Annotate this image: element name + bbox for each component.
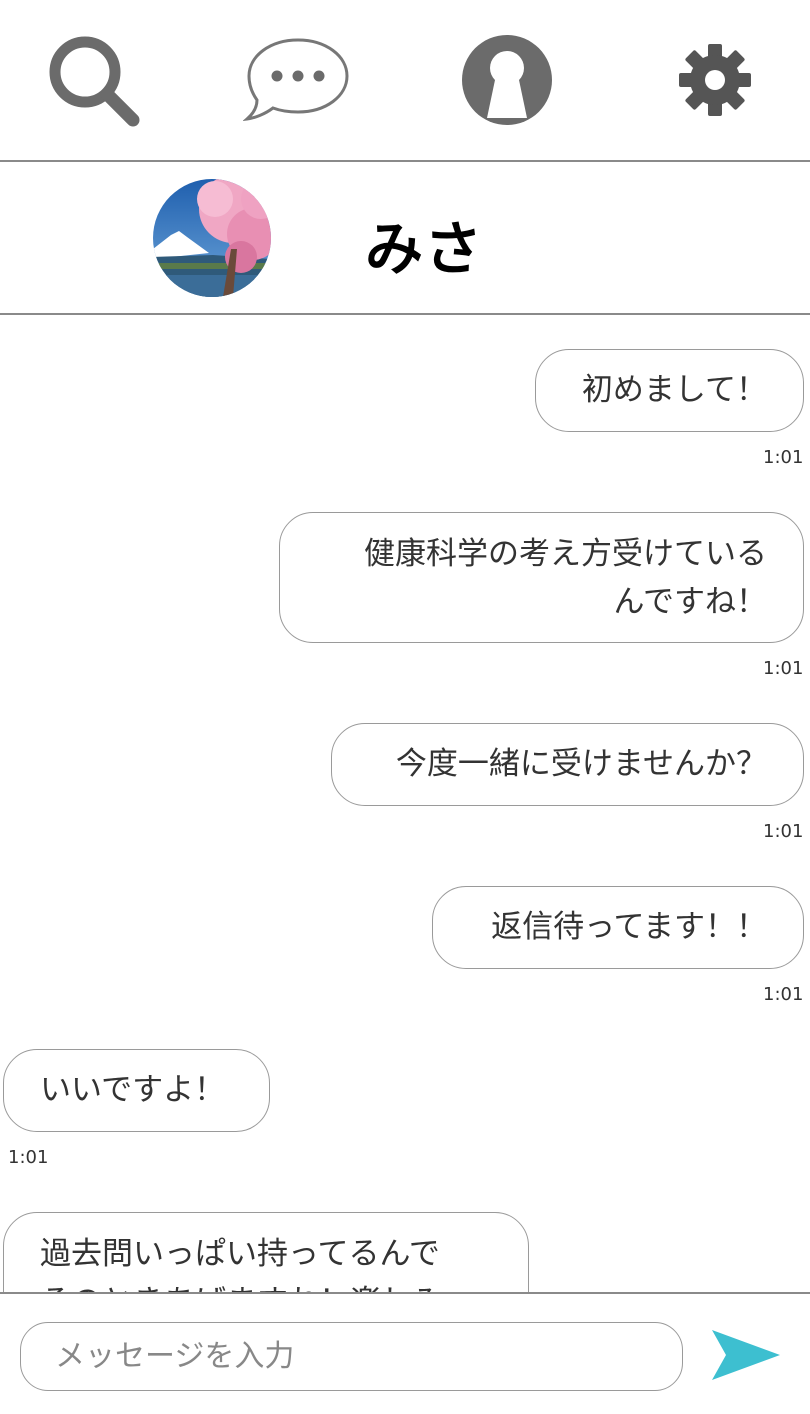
- message-composer: [0, 1292, 810, 1414]
- message-time: 1:01: [763, 658, 804, 679]
- chat-header: みさ: [0, 162, 810, 313]
- sent-message-bubble[interactable]: 返信待ってます！！: [432, 886, 804, 969]
- contact-name: みさ: [365, 215, 484, 283]
- message-time: 1:01: [763, 984, 804, 1005]
- search-icon: [49, 36, 140, 127]
- message-text: 健康科学の考え方受けている: [364, 536, 767, 572]
- message-time: 1:01: [8, 1147, 49, 1168]
- send-button[interactable]: [704, 1322, 784, 1388]
- received-message-bubble[interactable]: いいですよ！: [3, 1049, 270, 1132]
- message-time: 1:01: [763, 447, 804, 468]
- composer-divider: [0, 1292, 810, 1294]
- settings-button[interactable]: [660, 28, 770, 132]
- message-time: 1:01: [763, 821, 804, 842]
- sent-message-bubble[interactable]: 初めまして！: [535, 349, 804, 432]
- message-text: 今度一緒に受けませんか？: [395, 746, 767, 782]
- sent-message-bubble[interactable]: 健康科学の考え方受けている んですね！: [279, 512, 804, 643]
- message-text: んですね！: [613, 584, 767, 620]
- messages-button[interactable]: [243, 28, 353, 132]
- send-arrow-icon: [712, 1330, 780, 1380]
- mount-fuji-cherry-blossom-photo: [153, 179, 271, 297]
- avatar[interactable]: [153, 179, 271, 297]
- gear-icon: [679, 44, 751, 116]
- message-thread[interactable]: 初めまして！ 1:01 健康科学の考え方受けている んですね！ 1:01 今度一…: [0, 315, 810, 1292]
- sent-message-bubble[interactable]: 今度一緒に受けませんか？: [331, 723, 804, 806]
- message-input[interactable]: [20, 1322, 683, 1391]
- chat-bubble-icon: [243, 38, 349, 122]
- message-text: 初めまして！: [581, 372, 767, 408]
- message-text: 返信待ってます！！: [491, 909, 767, 945]
- message-text: いいですよ！: [40, 1072, 226, 1108]
- profile-button[interactable]: [452, 28, 562, 132]
- received-message-bubble[interactable]: 過去問いっぱい持ってるんで そのときあげますね！楽しみ: [3, 1212, 529, 1292]
- top-navigation: [0, 0, 810, 160]
- search-button[interactable]: [38, 28, 148, 132]
- user-icon: [462, 35, 552, 125]
- message-text: そのときあげますね！楽しみ: [40, 1278, 492, 1292]
- message-text: 過去問いっぱい持ってるんで: [40, 1236, 440, 1272]
